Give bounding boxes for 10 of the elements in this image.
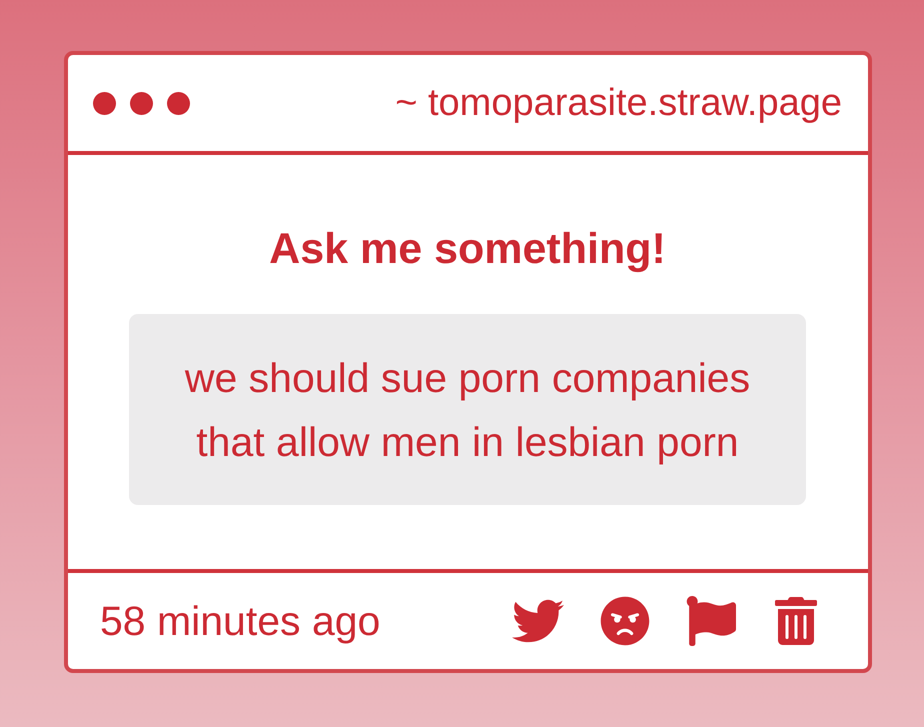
window-dot-icon xyxy=(130,92,153,114)
angry-face-icon[interactable] xyxy=(600,596,650,646)
flag-icon[interactable] xyxy=(686,596,736,646)
window-dot-icon xyxy=(93,92,116,114)
timestamp: 58 minutes ago xyxy=(100,598,380,644)
prompt-title: Ask me something! xyxy=(269,224,666,275)
window-dot-icon xyxy=(167,92,190,114)
trash-icon[interactable] xyxy=(772,597,820,645)
page-address: ~ tomoparasite.straw.page xyxy=(395,82,842,124)
question-text: we should sue porn companies that allow men in lesbian porn xyxy=(184,354,752,466)
